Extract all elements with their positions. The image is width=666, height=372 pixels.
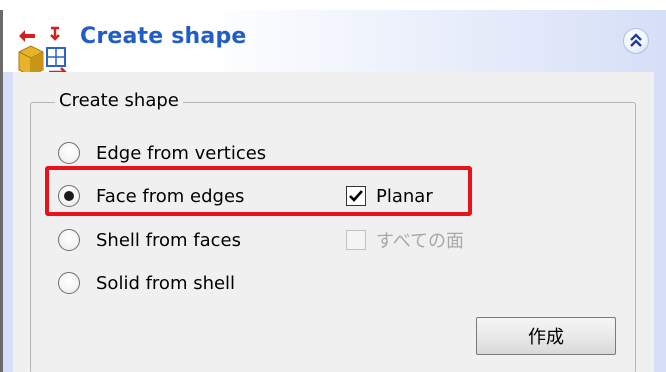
radio-button[interactable] [58,185,80,207]
planar-checkbox-row[interactable]: Planar [346,181,433,211]
all-faces-label: すべての面 [376,231,465,252]
radio-button[interactable] [58,142,80,164]
panel-header[interactable]: Create shape [3,10,666,76]
chevron-double-up-icon [630,33,642,47]
all-faces-checkbox-row: すべての面 [346,225,464,255]
planar-checkbox[interactable] [346,186,366,206]
panel-title: Create shape [80,24,247,49]
all-faces-checkbox [346,230,366,250]
radio-solid-from-shell[interactable]: Solid from shell [58,268,235,298]
radio-label: Solid from shell [96,272,236,294]
radio-label: Shell from faces [96,229,241,251]
collapse-button[interactable] [623,28,649,54]
radio-face-from-edges[interactable]: Face from edges [58,181,244,211]
radio-button[interactable] [58,272,80,294]
check-icon [349,190,363,202]
create-button[interactable]: 作成 [476,317,616,355]
planar-label: Planar [376,185,433,207]
radio-edge-from-vertices[interactable]: Edge from vertices [58,138,266,168]
radio-label: Face from edges [96,185,245,207]
group-label: Create shape [55,90,183,111]
create-shape-panel-screen: Create shape Create shape Edge from vert… [0,0,666,372]
radio-shell-from-faces[interactable]: Shell from faces [58,225,241,255]
radio-label: Edge from vertices [96,142,267,164]
radio-button[interactable] [58,229,80,251]
create-shape-icon [18,26,67,76]
